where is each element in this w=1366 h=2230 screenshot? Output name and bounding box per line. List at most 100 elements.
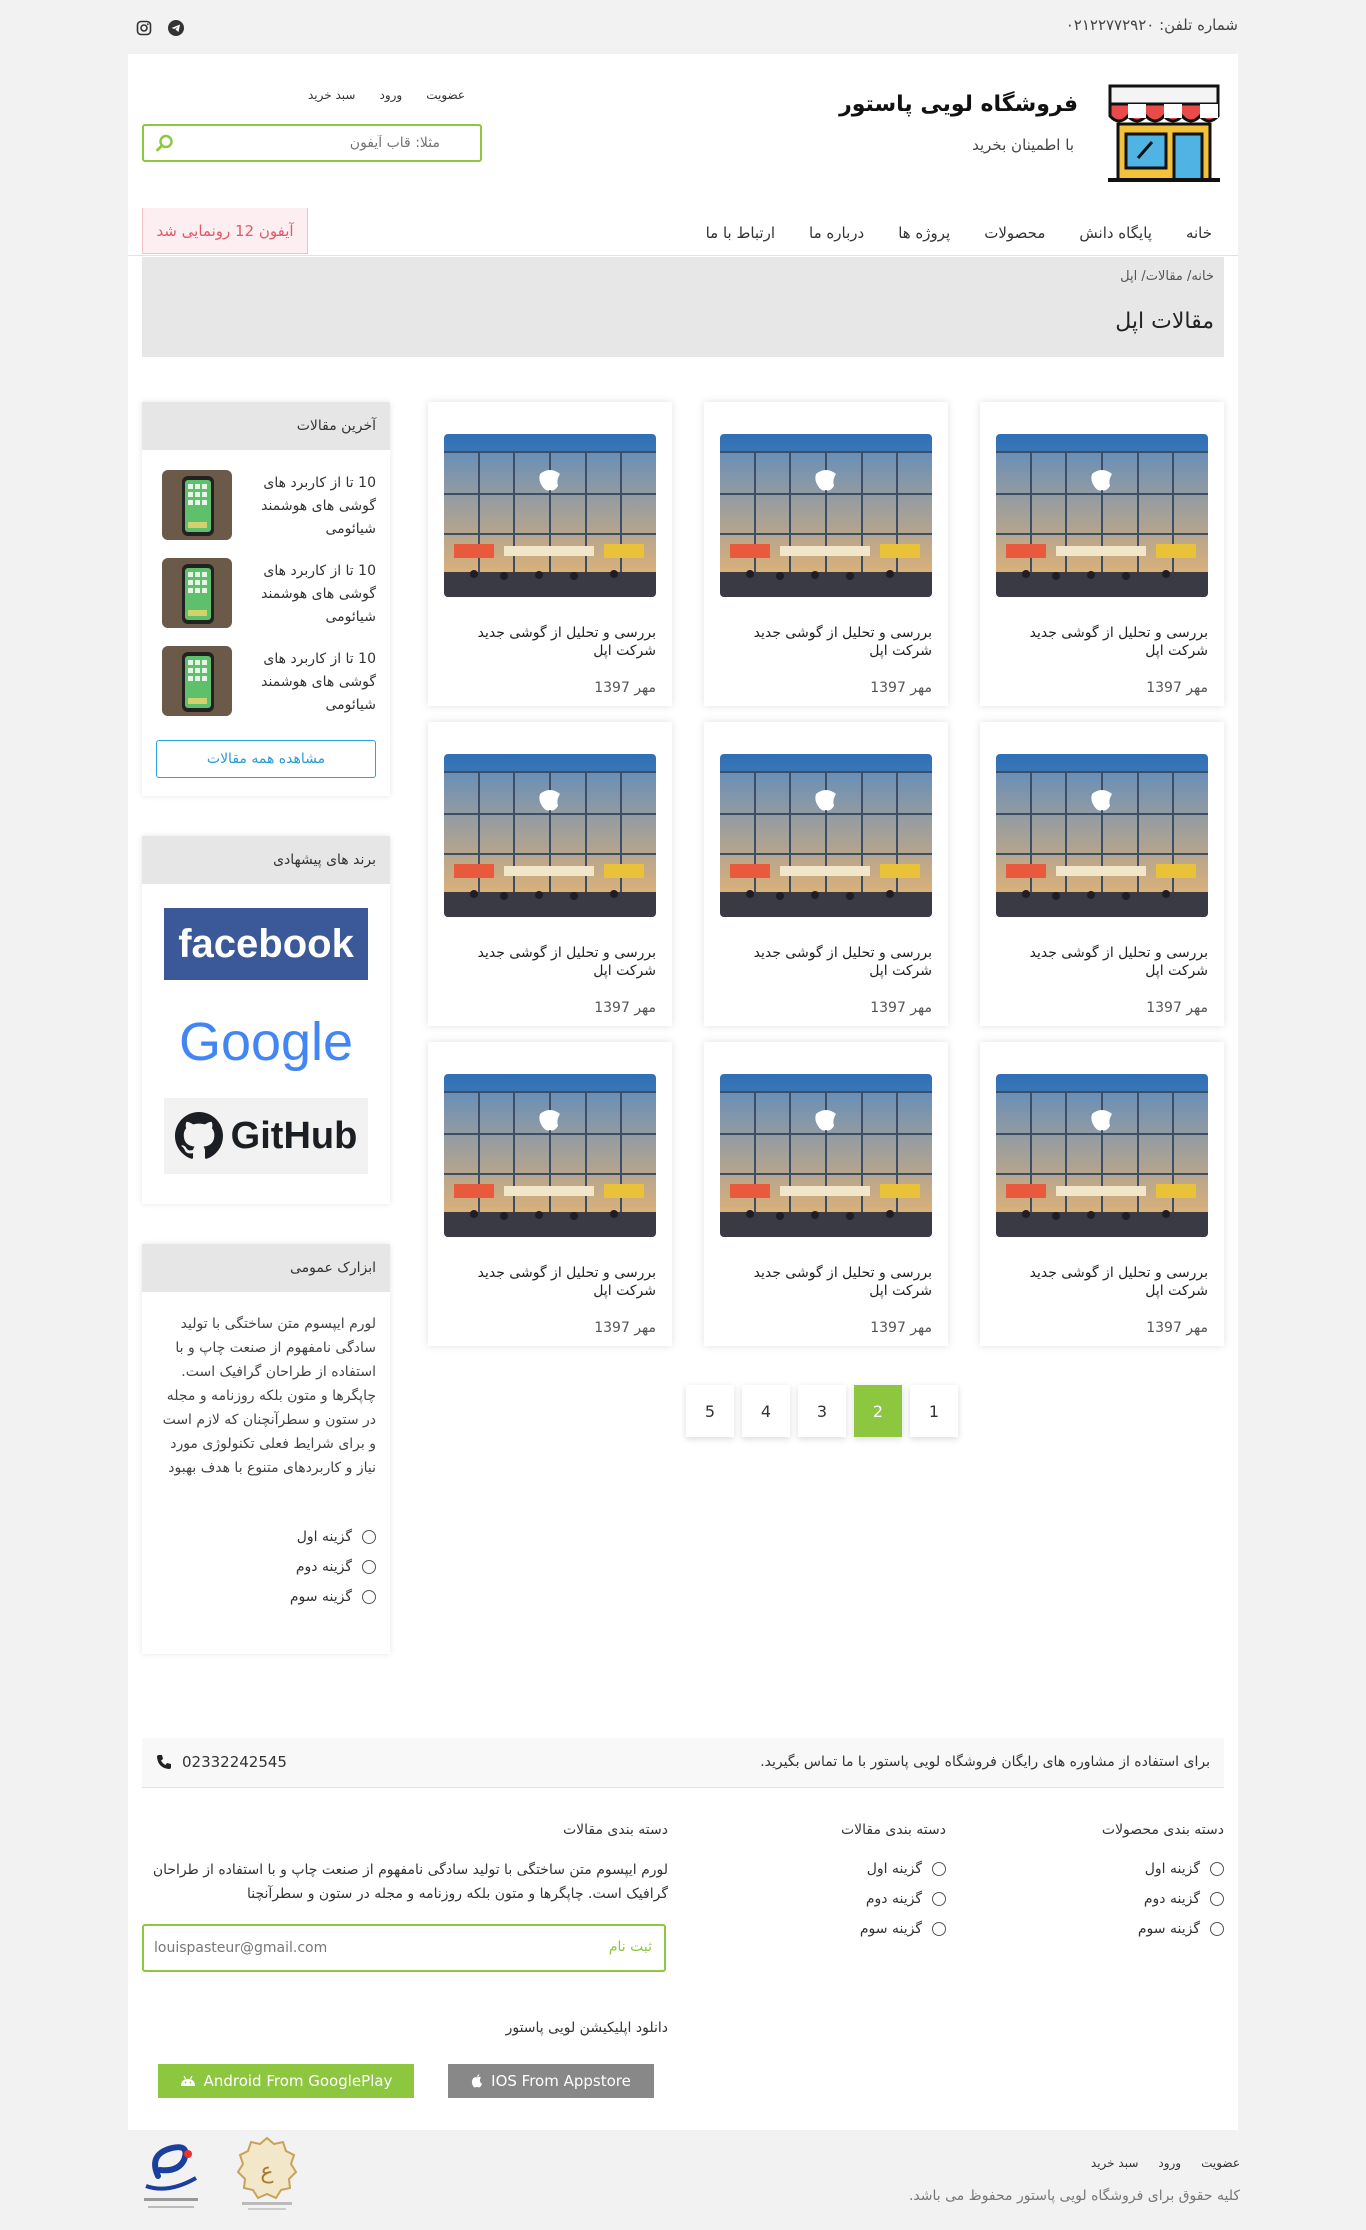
article-card[interactable]: بررسی و تحلیل از گوشی جدید شرکت اپل مهر … (704, 722, 948, 1026)
radio-button[interactable] (932, 1892, 946, 1906)
page-button-5[interactable]: 5 (686, 1385, 734, 1437)
page-button-4[interactable]: 4 (742, 1385, 790, 1437)
widget-title: ابزارک عمومی (142, 1244, 390, 1292)
nav-item-products[interactable]: محصولات (984, 224, 1045, 242)
radio-option[interactable]: گزینه دوم (290, 1552, 376, 1582)
cart-link[interactable]: سبد خرید (308, 88, 355, 102)
article-card[interactable]: بررسی و تحلیل از گوشی جدید شرکت اپل مهر … (428, 1042, 672, 1346)
article-title[interactable]: بررسی و تحلیل از گوشی جدید شرکت اپل (732, 624, 932, 660)
site-title[interactable]: فروشگاه لویی پاستور (839, 92, 1078, 117)
nav-item-about[interactable]: درباره ما (809, 224, 864, 242)
radio-button[interactable] (362, 1560, 376, 1574)
article-card[interactable]: بررسی و تحلیل از گوشی جدید شرکت اپل مهر … (704, 402, 948, 706)
search-icon[interactable] (156, 134, 174, 152)
page-button-3[interactable]: 3 (798, 1385, 846, 1437)
article-card[interactable]: بررسی و تحلیل از گوشی جدید شرکت اپل مهر … (428, 402, 672, 706)
article-card[interactable]: بررسی و تحلیل از گوشی جدید شرکت اپل مهر … (980, 722, 1224, 1026)
radio-button[interactable] (932, 1922, 946, 1936)
article-title[interactable]: بررسی و تحلیل از گوشی جدید شرکت اپل (732, 944, 932, 980)
radio-option[interactable]: گزینه اول (860, 1854, 946, 1884)
nav-item-knowledge-base[interactable]: پایگاه دانش (1079, 224, 1152, 242)
recent-article-item[interactable]: 10 تا از کاربرد های گوشی های هوشمند شیائ… (162, 646, 376, 716)
email-input[interactable]: louispasteur@gmail.com (154, 1940, 327, 1956)
view-all-articles-button[interactable]: مشاهده همه مقالات (156, 740, 376, 778)
article-card[interactable]: بررسی و تحلیل از گوشی جدید شرکت اپل مهر … (980, 1042, 1224, 1346)
article-image[interactable] (720, 754, 932, 917)
nav-item-projects[interactable]: پروژه ها (898, 224, 950, 242)
article-title[interactable]: بررسی و تحلیل از گوشی جدید شرکت اپل (1008, 624, 1208, 660)
nav-item-contact[interactable]: ارتباط با ما (706, 224, 775, 242)
radio-group: گزینه اول گزینه دوم گزینه سوم (290, 1522, 376, 1612)
newsletter-submit-button[interactable]: ثبت نام (609, 1939, 652, 1955)
recent-articles-widget: آخرین مقالات 10 تا از کاربرد های گوشی ها… (142, 402, 390, 796)
bottom-login-link[interactable]: ورود (1158, 2156, 1181, 2170)
article-title[interactable]: بررسی و تحلیل از گوشی جدید شرکت اپل (732, 1264, 932, 1300)
promo-badge[interactable]: آیفون 12 رونمایی شد (142, 208, 308, 254)
article-image[interactable] (996, 754, 1208, 917)
ios-download-button[interactable]: IOS From Appstore (448, 2064, 654, 2098)
radio-button[interactable] (1210, 1922, 1224, 1936)
radio-label: گزینه اول (866, 1861, 922, 1877)
article-card[interactable]: بررسی و تحلیل از گوشی جدید شرکت اپل مهر … (704, 1042, 948, 1346)
radio-option[interactable]: گزینه اول (1138, 1854, 1224, 1884)
radio-option[interactable]: گزینه سوم (290, 1582, 376, 1612)
article-title[interactable]: بررسی و تحلیل از گوشی جدید شرکت اپل (1008, 944, 1208, 980)
article-image[interactable] (444, 754, 656, 917)
facebook-logo[interactable]: facebook (164, 908, 368, 980)
login-link[interactable]: ورود (379, 88, 402, 102)
breadcrumb[interactable]: خانه/ مقالات/ اپل (1120, 269, 1214, 284)
google-logo[interactable]: Google (164, 1006, 368, 1078)
footer-phone-number[interactable]: 02332242545 (182, 1753, 287, 1771)
consult-text: برای استفاده از مشاوره های رایگان فروشگا… (760, 1754, 1210, 1770)
radio-option[interactable]: گزینه سوم (1138, 1914, 1224, 1944)
article-image[interactable] (720, 1074, 932, 1237)
bottom-register-link[interactable]: عضویت (1201, 2156, 1240, 2170)
telegram-icon[interactable] (168, 20, 184, 36)
recent-article-item[interactable]: 10 تا از کاربرد های گوشی های هوشمند شیائ… (162, 470, 376, 540)
bottom-cart-link[interactable]: سبد خرید (1091, 2156, 1138, 2170)
article-card[interactable]: بررسی و تحلیل از گوشی جدید شرکت اپل مهر … (980, 402, 1224, 706)
article-image[interactable] (996, 1074, 1208, 1237)
article-image[interactable] (996, 434, 1208, 597)
radio-label: گزینه دوم (1143, 1891, 1200, 1907)
radio-option[interactable]: گزینه اول (290, 1522, 376, 1552)
pagination: 5 4 3 2 1 (686, 1385, 958, 1437)
github-logo[interactable]: GitHub (164, 1098, 368, 1174)
copyright-text: کلیه حقوق برای فروشگاه لویی پاستور محفوظ… (908, 2188, 1240, 2204)
store-logo[interactable] (1104, 80, 1224, 184)
footer-col-articles-title: دسته بندی مقالات (840, 1822, 946, 1838)
radio-button[interactable] (932, 1862, 946, 1876)
article-image[interactable] (444, 434, 656, 597)
recent-article-item[interactable]: 10 تا از کاربرد های گوشی های هوشمند شیائ… (162, 558, 376, 628)
enamad-trust-badge[interactable] (138, 2136, 204, 2212)
article-date: مهر 1397 (870, 1000, 932, 1016)
article-image[interactable] (720, 434, 932, 597)
samandehi-seal-badge[interactable]: ع (236, 2136, 298, 2212)
radio-button[interactable] (362, 1530, 376, 1544)
page-button-2[interactable]: 2 (854, 1385, 902, 1437)
radio-button[interactable] (362, 1590, 376, 1604)
radio-option[interactable]: گزینه سوم (860, 1914, 946, 1944)
article-title[interactable]: بررسی و تحلیل از گوشی جدید شرکت اپل (1008, 1264, 1208, 1300)
article-title[interactable]: بررسی و تحلیل از گوشی جدید شرکت اپل (456, 944, 656, 980)
search-input[interactable] (144, 126, 480, 160)
article-date: مهر 1397 (870, 1320, 932, 1336)
radio-option[interactable]: گزینه دوم (1138, 1884, 1224, 1914)
social-links (136, 20, 184, 36)
article-card[interactable]: بررسی و تحلیل از گوشی جدید شرکت اپل مهر … (428, 722, 672, 1026)
footer-products-options: گزینه اول گزینه دوم گزینه سوم (1138, 1854, 1224, 1944)
article-title[interactable]: بررسی و تحلیل از گوشی جدید شرکت اپل (456, 624, 656, 660)
android-download-button[interactable]: Android From GooglePlay (158, 2064, 414, 2098)
nav-item-home[interactable]: خانه (1186, 224, 1212, 242)
radio-button[interactable] (1210, 1892, 1224, 1906)
radio-option[interactable]: گزینه دوم (860, 1884, 946, 1914)
register-link[interactable]: عضویت (426, 88, 465, 102)
instagram-icon[interactable] (136, 20, 152, 36)
article-image[interactable] (444, 1074, 656, 1237)
article-title[interactable]: بررسی و تحلیل از گوشی جدید شرکت اپل (456, 1264, 656, 1300)
footer-col-about-title: دسته بندی مقالات (562, 1822, 668, 1838)
article-date: مهر 1397 (1146, 680, 1208, 696)
page-button-1[interactable]: 1 (910, 1385, 958, 1437)
radio-button[interactable] (1210, 1862, 1224, 1876)
github-icon (174, 1112, 223, 1159)
